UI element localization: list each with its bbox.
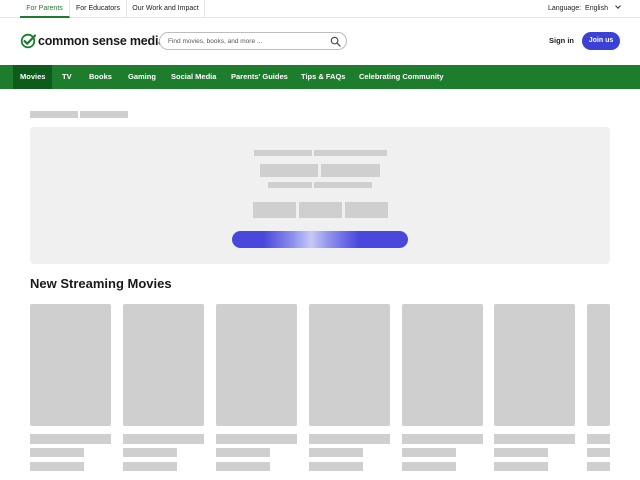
card-meta-skeleton xyxy=(123,448,177,457)
signin-link[interactable]: Sign in xyxy=(549,36,574,45)
movie-card-skeleton xyxy=(123,304,204,426)
card-meta-skeleton xyxy=(216,462,270,471)
card-meta-skeleton xyxy=(587,462,610,471)
tab-for-parents[interactable]: For Parents xyxy=(20,0,70,18)
search-icon[interactable] xyxy=(330,36,341,47)
logo-text: common sense media xyxy=(38,34,166,48)
card-title-skeleton xyxy=(123,434,204,444)
breadcrumb-skeleton xyxy=(80,111,128,118)
section-title: New Streaming Movies xyxy=(30,276,172,291)
banner-heading-skeleton xyxy=(260,164,318,177)
nav-item-social-media[interactable]: Social Media xyxy=(171,65,216,89)
card-meta-skeleton xyxy=(494,462,548,471)
banner-line-skeleton xyxy=(254,150,312,156)
chevron-down-icon xyxy=(615,3,621,9)
nav-item-tv[interactable]: TV xyxy=(62,65,72,89)
card-title-skeleton xyxy=(494,434,575,444)
card-title-skeleton xyxy=(309,434,390,444)
nav-item-gaming[interactable]: Gaming xyxy=(128,65,156,89)
card-title-skeleton xyxy=(30,434,111,444)
movie-card-skeleton xyxy=(494,304,575,426)
language-value: English xyxy=(585,5,608,12)
nav-item-books[interactable]: Books xyxy=(89,65,112,89)
movie-card-skeleton xyxy=(30,304,111,426)
card-meta-skeleton xyxy=(216,448,270,457)
main-nav: Movies TV Books Gaming Social Media Pare… xyxy=(0,65,640,89)
movie-card-skeleton xyxy=(402,304,483,426)
card-meta-skeleton xyxy=(30,462,84,471)
card-meta-skeleton xyxy=(402,462,456,471)
banner-block-skeleton xyxy=(253,202,296,218)
tab-for-educators[interactable]: For Educators xyxy=(70,0,127,18)
card-title-skeleton xyxy=(216,434,297,444)
site-logo[interactable]: common sense media xyxy=(20,33,165,49)
tab-label: For Educators xyxy=(76,5,120,12)
card-meta-skeleton xyxy=(587,448,610,457)
card-meta-skeleton xyxy=(309,448,363,457)
banner-line-skeleton xyxy=(314,150,387,156)
card-meta-skeleton xyxy=(309,462,363,471)
card-meta-skeleton xyxy=(123,462,177,471)
join-us-button[interactable]: Join us xyxy=(582,32,620,50)
card-title-skeleton xyxy=(587,434,610,444)
card-title-skeleton xyxy=(402,434,483,444)
breadcrumb-skeleton xyxy=(30,111,78,118)
card-meta-skeleton xyxy=(30,448,84,457)
nav-item-celebrating-community[interactable]: Celebrating Community xyxy=(359,65,444,89)
logo-check-icon xyxy=(20,33,36,49)
nav-item-parents-guides[interactable]: Parents' Guides xyxy=(231,65,288,89)
movie-card-skeleton xyxy=(587,304,610,426)
movie-card-skeleton xyxy=(216,304,297,426)
utility-bar: For Parents For Educators Our Work and I… xyxy=(0,0,640,18)
tab-label: Our Work and Impact xyxy=(132,5,199,12)
banner-line-skeleton xyxy=(268,182,312,188)
nav-item-tips-faqs[interactable]: Tips & FAQs xyxy=(301,65,345,89)
movie-card-skeleton xyxy=(309,304,390,426)
banner-heading-skeleton xyxy=(321,164,380,177)
tab-label: For Parents xyxy=(26,5,63,12)
search-box[interactable] xyxy=(159,32,347,50)
banner-button-skeleton xyxy=(232,231,408,248)
banner-block-skeleton xyxy=(299,202,342,218)
card-meta-skeleton xyxy=(402,448,456,457)
nav-item-movies[interactable]: Movies xyxy=(13,65,53,89)
card-meta-skeleton xyxy=(494,448,548,457)
banner-block-skeleton xyxy=(345,202,388,218)
search-input[interactable] xyxy=(168,33,328,49)
language-selector[interactable]: Language: English xyxy=(547,0,621,18)
tab-our-work[interactable]: Our Work and Impact xyxy=(127,0,205,18)
banner-line-skeleton xyxy=(314,182,372,188)
language-label: Language: xyxy=(547,5,582,12)
